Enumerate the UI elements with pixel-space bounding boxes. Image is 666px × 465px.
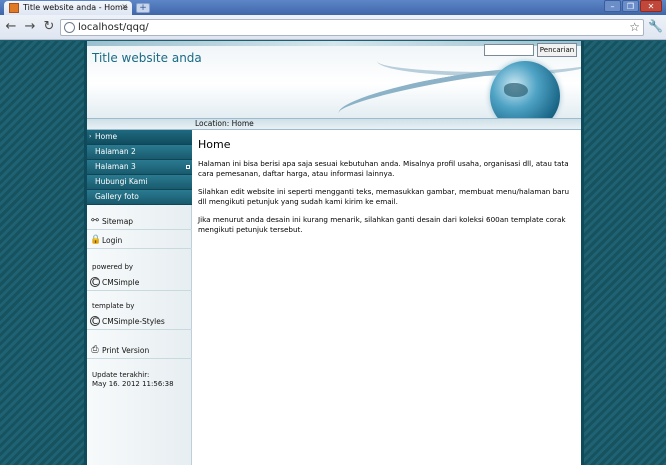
window-maximize-button[interactable]: ❐ bbox=[622, 0, 639, 12]
content-paragraph: Jika menurut anda desain ini kurang mena… bbox=[198, 215, 566, 234]
copyright-icon: C bbox=[90, 316, 100, 327]
active-arrow-icon: › bbox=[89, 133, 92, 140]
site-favicon-icon bbox=[9, 3, 19, 13]
search-button[interactable]: Pencarian bbox=[537, 43, 577, 57]
copyright-icon: C bbox=[90, 277, 100, 288]
wrench-menu-icon[interactable]: 🔧 bbox=[648, 19, 663, 33]
content-paragraph: Halaman ini bisa berisi apa saja sesuai … bbox=[198, 159, 569, 178]
tab-close-icon[interactable]: × bbox=[121, 2, 128, 11]
submenu-indicator-icon bbox=[186, 165, 190, 169]
browser-tab[interactable]: Title website anda - Home × bbox=[4, 1, 132, 15]
location-breadcrumb: Location: Home bbox=[195, 119, 254, 128]
printer-icon: ⎙ bbox=[91, 345, 99, 355]
menu-item-label: Halaman 2 bbox=[95, 147, 136, 156]
sitemap-icon: ⚯ bbox=[91, 216, 99, 226]
login-link[interactable]: 🔒 Login bbox=[87, 232, 192, 249]
print-version-link[interactable]: ⎙ Print Version bbox=[87, 342, 192, 359]
window-close-button[interactable]: ✕ bbox=[640, 0, 662, 12]
address-bar[interactable]: localhost/qqq/ ☆ bbox=[60, 19, 644, 36]
powered-by-label: powered by bbox=[92, 263, 134, 271]
template-by-label: template by bbox=[92, 302, 135, 310]
forward-arrow-icon[interactable]: → bbox=[22, 19, 38, 35]
site-header: Title website anda Pencarian bbox=[87, 41, 581, 118]
browser-titlebar: Title website anda - Home × + – ❐ ✕ bbox=[0, 0, 666, 15]
tab-title: Title website anda - Home bbox=[23, 3, 128, 12]
site-container: Title website anda Pencarian Location: H… bbox=[84, 41, 584, 465]
site-title: Title website anda bbox=[92, 51, 202, 65]
page-title: Home bbox=[198, 138, 231, 151]
reload-icon[interactable]: ↻ bbox=[41, 19, 57, 35]
update-label: Update terakhir: bbox=[92, 371, 150, 379]
cmsimple-styles-link[interactable]: C CMSimple-Styles bbox=[87, 313, 192, 330]
print-version-label: Print Version bbox=[102, 346, 150, 355]
window-minimize-button[interactable]: – bbox=[604, 0, 621, 12]
cmsimple-label: CMSimple bbox=[102, 278, 140, 287]
bookmark-star-icon[interactable]: ☆ bbox=[629, 20, 640, 34]
cmsimple-styles-label: CMSimple-Styles bbox=[102, 317, 165, 326]
login-label: Login bbox=[102, 236, 123, 245]
menu-item-hubungi-kami[interactable]: Hubungi Kami bbox=[87, 175, 192, 190]
page-viewport: Title website anda Pencarian Location: H… bbox=[0, 41, 666, 465]
menu-item-halaman-3[interactable]: Halaman 3 bbox=[87, 160, 192, 175]
back-arrow-icon[interactable]: ← bbox=[3, 19, 19, 35]
new-tab-button[interactable]: + bbox=[136, 3, 150, 13]
menu-item-label: Halaman 3 bbox=[95, 162, 136, 171]
menu-item-home[interactable]: › Home bbox=[87, 130, 192, 145]
browser-toolbar: ← → ↻ localhost/qqq/ ☆ 🔧 bbox=[0, 15, 666, 40]
sidebar: › Home Halaman 2 Halaman 3 Hubungi Kami … bbox=[87, 130, 192, 465]
update-timestamp: May 16. 2012 11:56:38 bbox=[92, 380, 174, 388]
sitemap-label: Sitemap bbox=[102, 217, 134, 226]
menu-item-label: Gallery foto bbox=[95, 192, 139, 201]
sitemap-link[interactable]: ⚯ Sitemap bbox=[87, 213, 192, 230]
search-input[interactable] bbox=[484, 44, 534, 56]
address-url[interactable]: localhost/qqq/ bbox=[78, 22, 149, 33]
main-content: Home Halaman ini bisa berisi apa saja se… bbox=[198, 138, 578, 243]
menu-item-halaman-2[interactable]: Halaman 2 bbox=[87, 145, 192, 160]
menu-item-label: Hubungi Kami bbox=[95, 177, 148, 186]
cmsimple-link[interactable]: C CMSimple bbox=[87, 274, 192, 291]
menu-item-gallery-foto[interactable]: Gallery foto bbox=[87, 190, 192, 205]
menu-item-label: Home bbox=[95, 132, 118, 141]
page-info-icon[interactable] bbox=[64, 22, 75, 33]
lock-icon: 🔒 bbox=[90, 235, 102, 245]
location-bar: Location: Home bbox=[87, 118, 581, 130]
content-paragraph: Silahkan edit website ini seperti mengga… bbox=[198, 187, 570, 206]
